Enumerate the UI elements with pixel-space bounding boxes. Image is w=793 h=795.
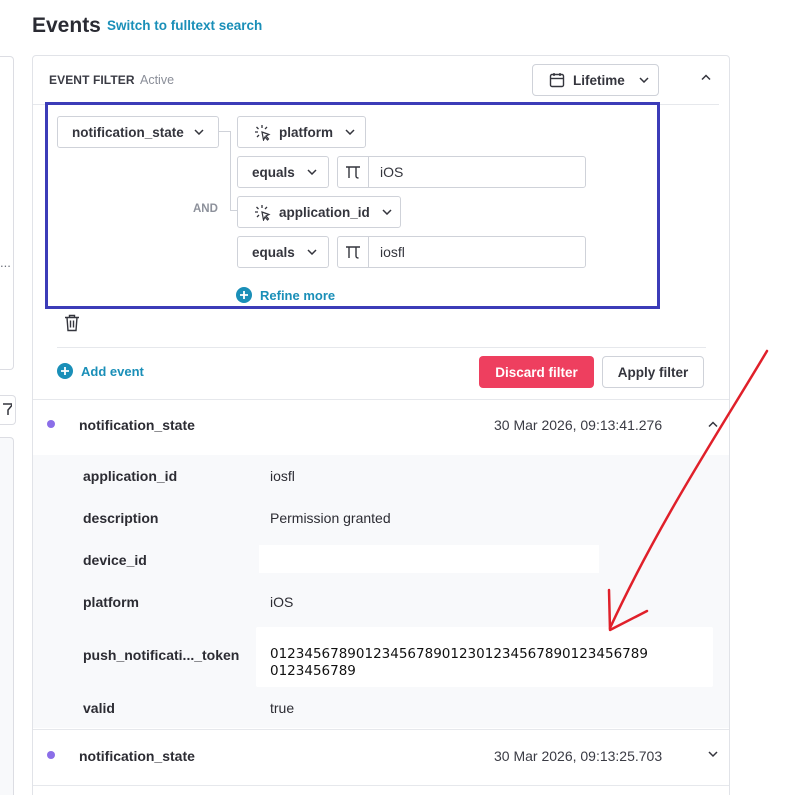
event-details-panel	[33, 455, 729, 728]
push-token-value: 0123456789012345678901230123456789012345…	[256, 627, 713, 687]
left-panel-ellipsis: ...	[0, 255, 11, 270]
left-side-panel	[0, 56, 14, 370]
property-key: application_id	[83, 468, 178, 484]
event-filter-title: EVENT FILTER	[49, 73, 135, 87]
chevron-down-icon	[639, 77, 649, 83]
event-status-dot	[47, 420, 55, 428]
time-range-label: Lifetime	[573, 72, 625, 88]
add-event-label: Add event	[81, 363, 144, 379]
funnel-icon	[2, 403, 12, 415]
event-row-divider	[33, 785, 729, 786]
annotation-highlight-box	[45, 102, 660, 309]
filter-actions-divider	[57, 347, 706, 348]
property-value: iOS	[270, 594, 294, 610]
property-value: true	[270, 700, 295, 716]
time-range-dropdown[interactable]: Lifetime	[532, 64, 659, 96]
chevron-up-icon[interactable]	[707, 420, 719, 428]
discard-filter-button[interactable]: Discard filter	[479, 356, 594, 388]
calendar-icon	[549, 73, 565, 88]
event-status-dot	[47, 751, 55, 759]
event-timestamp: 30 Mar 2026, 09:13:25.703	[494, 748, 663, 764]
property-key: device_id	[83, 552, 147, 568]
page-title: Events	[32, 14, 101, 37]
property-key: valid	[83, 700, 115, 716]
property-value: Permission granted	[270, 510, 391, 526]
property-key: description	[83, 510, 159, 526]
event-row[interactable]: notification_state 30 Mar 2026, 09:13:25…	[33, 731, 729, 781]
event-row-divider	[33, 729, 729, 730]
property-key: platform	[83, 594, 139, 610]
switch-to-fulltext-link[interactable]: Switch to fulltext search	[107, 18, 262, 33]
event-name: notification_state	[79, 748, 195, 764]
event-name: notification_state	[79, 417, 195, 433]
add-event-button[interactable]: Add event	[57, 363, 144, 379]
filter-status-label: Active	[140, 73, 175, 87]
apply-filter-button[interactable]: Apply filter	[602, 356, 704, 388]
push-token-line: 0123456789012345678901230123456789012345…	[270, 646, 648, 662]
chevron-up-icon[interactable]	[700, 73, 712, 81]
event-row[interactable]: notification_state 30 Mar 2026, 09:13:41…	[33, 400, 729, 450]
trash-icon[interactable]	[64, 314, 80, 332]
push-token-line: 0123456789	[270, 663, 356, 679]
event-timestamp: 30 Mar 2026, 09:13:41.276	[494, 417, 663, 433]
property-key: push_notificati..._token	[83, 647, 240, 663]
left-side-list-panel	[0, 437, 14, 795]
funnel-filter-button[interactable]	[0, 395, 16, 425]
property-value: iosfl	[270, 468, 295, 484]
plus-circle-icon	[57, 363, 73, 379]
device-id-value-box	[259, 545, 599, 573]
chevron-down-icon[interactable]	[707, 750, 719, 758]
